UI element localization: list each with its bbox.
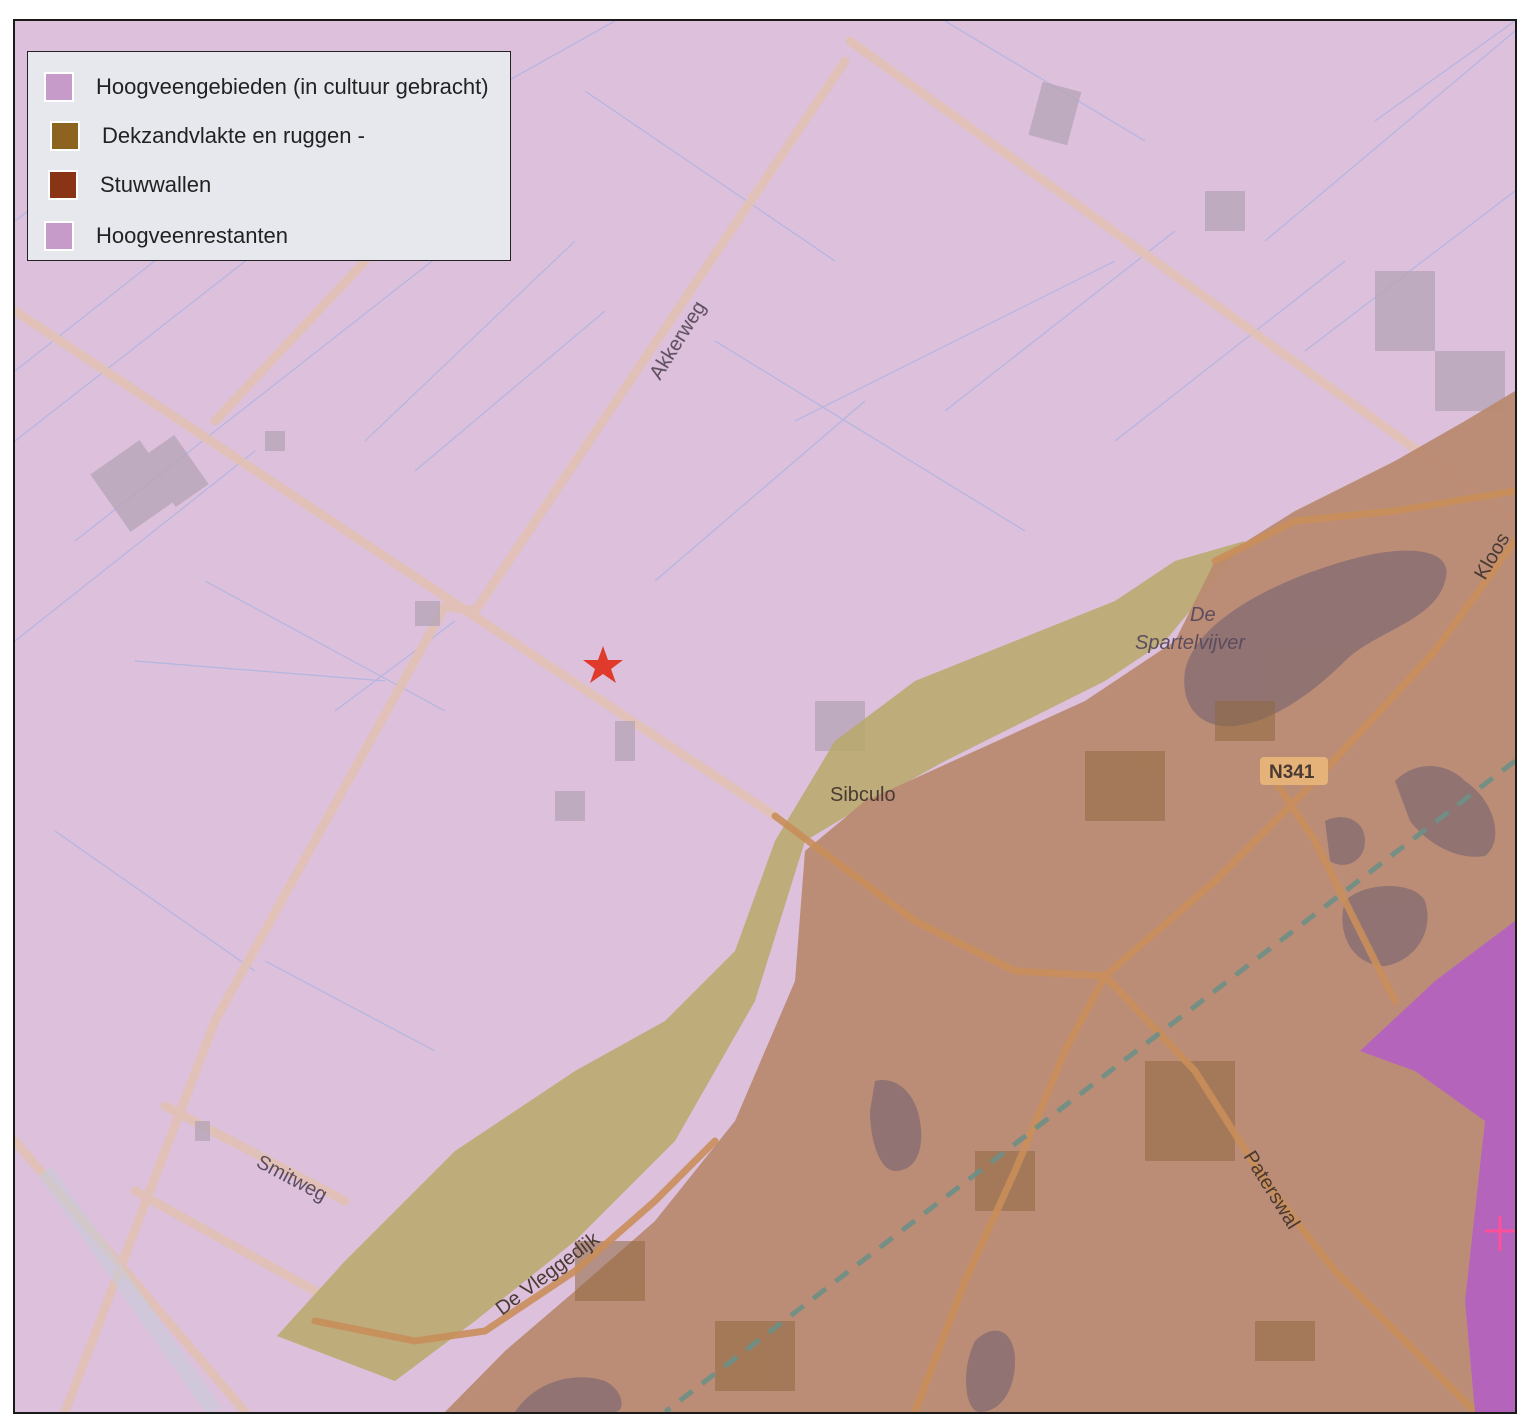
- legend-item-hoogveenrestanten: Hoogveenrestanten: [44, 219, 288, 253]
- legend-item-hoogveengebieden: Hoogveengebieden (in cultuur gebracht): [44, 70, 489, 104]
- legend-swatch: [44, 72, 74, 102]
- label-de: De: [1190, 604, 1216, 626]
- legend-label: Hoogveengebieden (in cultuur gebracht): [96, 74, 489, 99]
- legend-swatch: [48, 170, 78, 200]
- legend-item-dekzandvlakte: Dekzandvlakte en ruggen -: [50, 119, 365, 153]
- legend-swatch: [50, 121, 80, 151]
- legend-label: Hoogveenrestanten: [96, 223, 289, 248]
- map-legend: Hoogveengebieden (in cultuur gebracht) D…: [27, 51, 511, 261]
- map-frame[interactable]: Akkerweg Sibculo De Spartelvijver Kloos …: [13, 19, 1517, 1414]
- legend-item-stuwwallen: Stuwwallen: [48, 168, 211, 202]
- legend-label: Stuwwallen: [100, 172, 212, 197]
- legend-swatch: [44, 221, 74, 251]
- legend-label: Dekzandvlakte en ruggen -: [102, 123, 365, 148]
- label-sibculo: Sibculo: [830, 784, 896, 806]
- label-n341: N341: [1269, 762, 1315, 783]
- label-spartelvijver: Spartelvijver: [1135, 632, 1246, 654]
